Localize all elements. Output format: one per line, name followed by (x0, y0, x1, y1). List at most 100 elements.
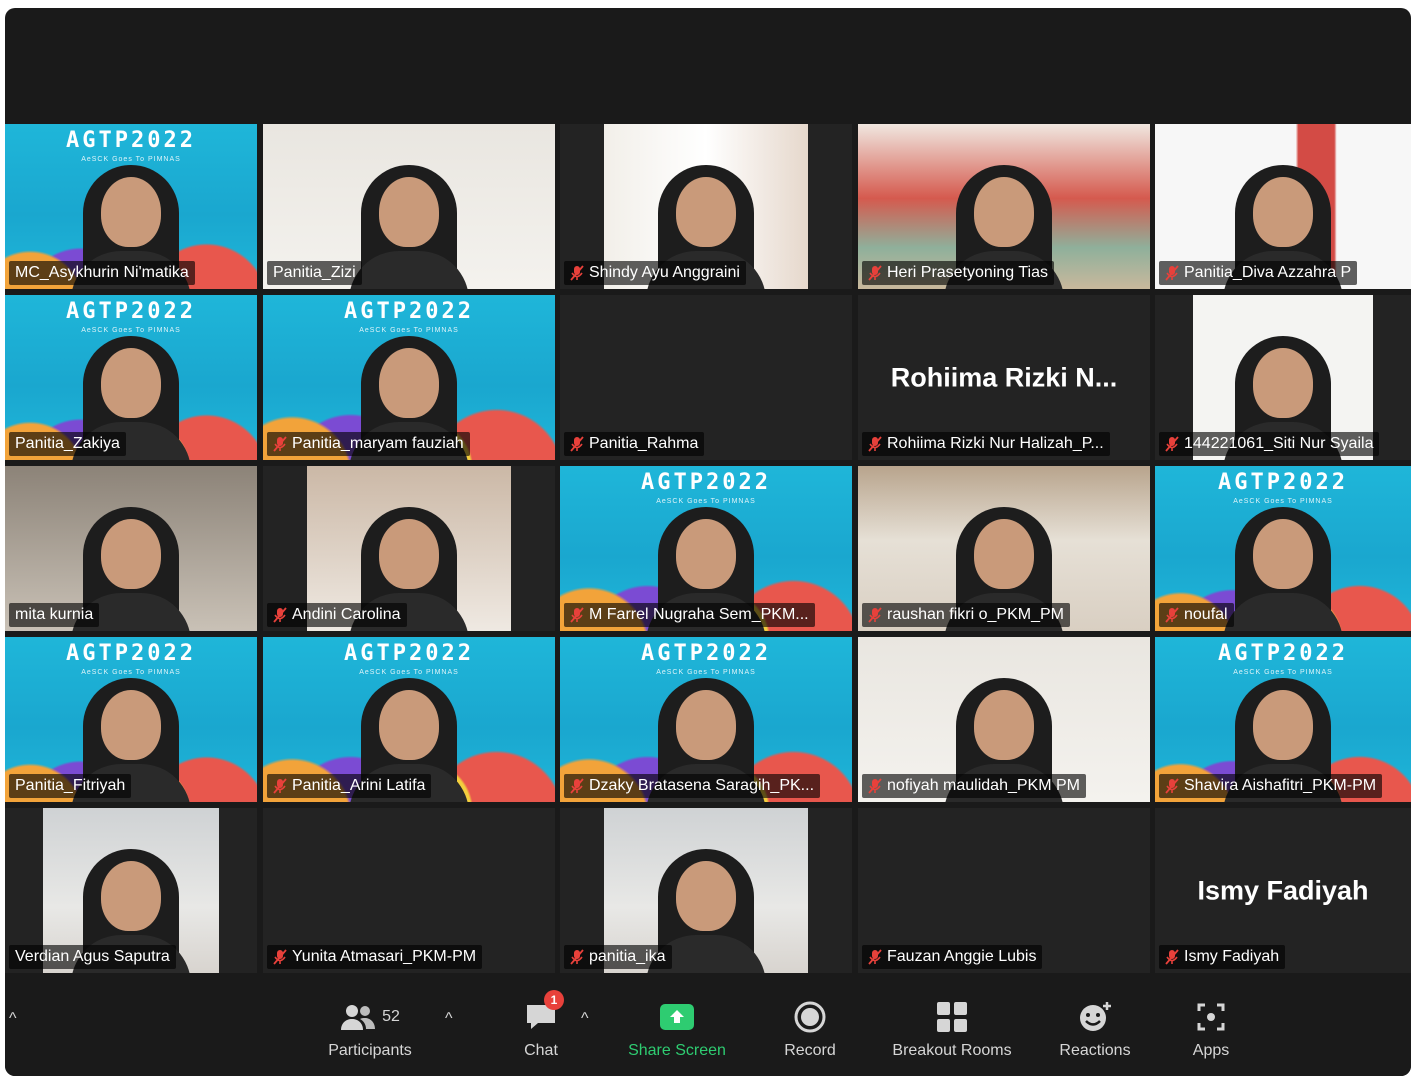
reactions-icon (1080, 1002, 1111, 1031)
participant-video-tile[interactable]: Panitia_Diva Azzahra P (1155, 124, 1411, 289)
participant-name: MC_Asykhurin Ni'matika (15, 264, 189, 281)
participant-name: Rohiima Rizki Nur Halizah_P... (887, 435, 1104, 452)
mic-muted-icon (273, 607, 287, 623)
participants-button[interactable]: 52 Participants (315, 996, 425, 1072)
participant-name-tag: panitia_ika (564, 945, 672, 969)
participant-name: mita kurnia (15, 606, 94, 623)
participant-name-tag: Panitia_maryam fauziah (267, 432, 470, 456)
participant-video-tile[interactable]: raushan fikri o_PKM_PM (858, 466, 1150, 631)
participant-name-tag: mita kurnia (9, 603, 100, 627)
participant-video-tile[interactable]: Ismy Fadiyah Ismy Fadiyah (1155, 808, 1411, 973)
participant-name-tag: Andini Carolina (267, 603, 407, 627)
participant-video-tile[interactable]: Shindy Ayu Anggraini (560, 124, 852, 289)
participants-label: Participants (328, 1042, 412, 1059)
participant-video-tile[interactable]: nofiyah maulidah_PKM PM (858, 637, 1150, 802)
participant-name: M Farrel Nugraha Sem_PKM... (589, 606, 809, 623)
participant-name: panitia_ika (589, 948, 666, 965)
agtp-background-title: AGTP2022 (641, 641, 771, 666)
mic-muted-icon (868, 265, 882, 281)
participant-name-tag: Rohiima Rizki Nur Halizah_P... (862, 432, 1110, 456)
participant-figure (1223, 501, 1343, 631)
participants-count: 52 (382, 1008, 400, 1025)
mic-muted-icon (868, 436, 882, 452)
mic-muted-icon (273, 949, 287, 965)
participant-name: Panitia_Arini Latifa (292, 777, 426, 794)
caret-up-icon[interactable]: ^ (9, 1010, 17, 1028)
participant-name: Dzaky Bratasena Saragih_PK... (589, 777, 815, 794)
participant-name: Verdian Agus Saputra (15, 948, 170, 965)
participant-video-tile[interactable]: AGTP2022 AeSCK Goes To PIMNAS M Farrel Nug… (560, 466, 852, 631)
mic-muted-icon (570, 778, 584, 794)
participant-video-tile[interactable]: AGTP2022 AeSCK Goes To PIMNAS noufal (1155, 466, 1411, 631)
agtp-background-title: AGTP2022 (1218, 470, 1348, 495)
breakout-rooms-icon (937, 1002, 967, 1032)
participant-name-tag: Dzaky Bratasena Saragih_PK... (564, 774, 821, 798)
participant-name-tag: Shindy Ayu Anggraini (564, 261, 746, 285)
record-label: Record (784, 1042, 836, 1059)
mic-muted-icon (1165, 778, 1179, 794)
participant-name: Andini Carolina (292, 606, 401, 623)
mic-muted-icon (273, 778, 287, 794)
breakout-rooms-label: Breakout Rooms (892, 1042, 1012, 1059)
participant-name: nofiyah maulidah_PKM PM (887, 777, 1080, 794)
participant-video-tile[interactable]: Andini Carolina (263, 466, 555, 631)
apps-icon (1197, 1003, 1225, 1031)
breakout-rooms-button[interactable]: Breakout Rooms (877, 996, 1027, 1072)
participant-video-tile[interactable]: AGTP2022 AeSCK Goes To PIMNAS Panitia_Arin… (263, 637, 555, 802)
participant-video-tile[interactable]: AGTP2022 AeSCK Goes To PIMNAS Panitia_mary… (263, 295, 555, 460)
apps-label: Apps (1192, 1042, 1230, 1059)
participant-video-tile[interactable]: AGTP2022 AeSCK Goes To PIMNAS Dzaky Bratas… (560, 637, 852, 802)
participant-video-tile[interactable]: Fauzan Anggie Lubis (858, 808, 1150, 973)
participant-video-tile[interactable]: AGTP2022 AeSCK Goes To PIMNAS Panitia_Fitr… (5, 637, 257, 802)
mic-muted-icon (1165, 607, 1179, 623)
participant-name: Panitia_Zakiya (15, 435, 120, 452)
participant-name: Shavira Aishafitri_PKM-PM (1184, 777, 1377, 794)
participant-video-tile[interactable]: Panitia_Zizi (263, 124, 555, 289)
mic-muted-icon (570, 949, 584, 965)
participant-video-tile[interactable]: panitia_ika (560, 808, 852, 973)
participant-name: Shindy Ayu Anggraini (589, 264, 740, 281)
participant-name-tag: Fauzan Anggie Lubis (862, 945, 1043, 969)
participant-video-tile[interactable]: 144221061_Siti Nur Syaila (1155, 295, 1411, 460)
reactions-button[interactable]: Reactions (1045, 996, 1145, 1072)
participant-video-tile[interactable]: AGTP2022 AeSCK Goes To PIMNAS MC_Asykhurin… (5, 124, 257, 289)
mic-muted-icon (868, 949, 882, 965)
participant-name: Panitia_maryam fauziah (292, 435, 464, 452)
participant-video-tile[interactable]: Verdian Agus Saputra (5, 808, 257, 973)
share-screen-label: Share Screen (628, 1042, 726, 1059)
agtp-background-title: AGTP2022 (641, 470, 771, 495)
participant-name: Heri Prasetyoning Tias (887, 264, 1048, 281)
participant-video-tile[interactable]: AGTP2022 AeSCK Goes To PIMNAS Shavira Aish… (1155, 637, 1411, 802)
chat-caret-icon[interactable]: ^ (581, 1010, 589, 1028)
participant-name-tag: Heri Prasetyoning Tias (862, 261, 1054, 285)
participant-video-tile[interactable]: Yunita Atmasari_PKM-PM (263, 808, 555, 973)
mic-muted-icon (570, 607, 584, 623)
participant-video-tile[interactable]: mita kurnia (5, 466, 257, 631)
participant-video-tile[interactable]: Rohiima Rizki N... Rohiima Rizki Nur Hali… (858, 295, 1150, 460)
participant-name: Ismy Fadiyah (1184, 948, 1280, 965)
participant-name-tag: Verdian Agus Saputra (9, 945, 176, 969)
participant-name: Panitia_Fitriyah (15, 777, 126, 794)
apps-button[interactable]: Apps (1175, 996, 1247, 1072)
share-screen-icon (660, 1004, 694, 1030)
participant-name-tag: MC_Asykhurin Ni'matika (9, 261, 195, 285)
video-gallery: AGTP2022 AeSCK Goes To PIMNAS MC_Asykhurin… (5, 124, 1411, 984)
agtp-background-title: AGTP2022 (66, 299, 196, 324)
participant-name-tag: Shavira Aishafitri_PKM-PM (1159, 774, 1383, 798)
participant-video-tile[interactable]: Panitia_Rahma (560, 295, 852, 460)
participant-name-tag: Panitia_Diva Azzahra P (1159, 261, 1358, 285)
reactions-label: Reactions (1059, 1042, 1131, 1059)
participant-figure (349, 159, 469, 289)
share-screen-button[interactable]: Share Screen (617, 996, 737, 1072)
participants-caret-icon[interactable]: ^ (445, 1010, 453, 1028)
participant-video-tile[interactable]: Heri Prasetyoning Tias (858, 124, 1150, 289)
chat-label: Chat (524, 1042, 558, 1059)
participant-video-tile[interactable]: AGTP2022 AeSCK Goes To PIMNAS Panitia_Zaki… (5, 295, 257, 460)
participant-name-tag: M Farrel Nugraha Sem_PKM... (564, 603, 815, 627)
participant-name: Panitia_Diva Azzahra P (1184, 264, 1352, 281)
participant-name-tag: Panitia_Zizi (267, 261, 362, 285)
participant-name: noufal (1184, 606, 1228, 623)
chat-button[interactable]: 1 Chat (501, 990, 581, 1072)
record-button[interactable]: Record (770, 996, 850, 1072)
mic-muted-icon (868, 778, 882, 794)
